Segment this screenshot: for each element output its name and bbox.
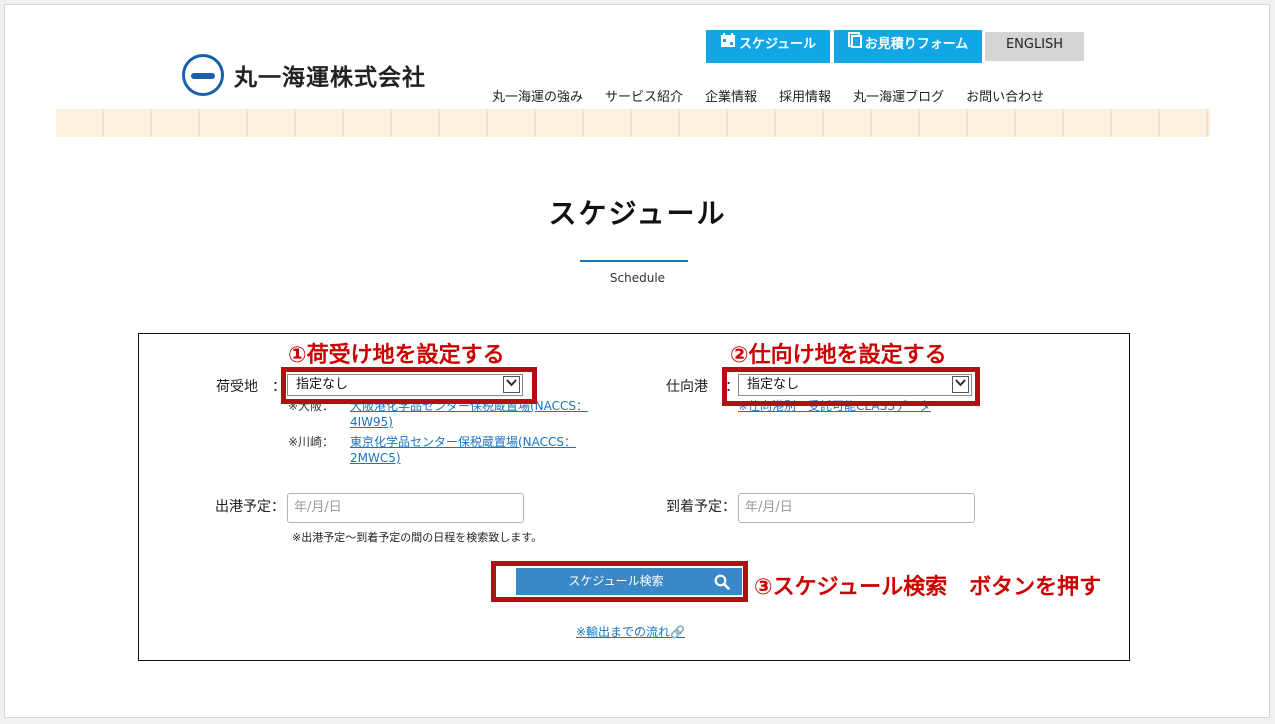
annotation-step1: ①荷受け地を設定する — [288, 343, 505, 368]
header-banner-strip — [56, 109, 1210, 137]
annotation-step3: ③スケジュール検索 ボタンを押す — [754, 575, 1102, 600]
highlight-origin — [281, 367, 537, 404]
arrival-label: 到着予定： — [666, 499, 736, 515]
nav-item-blog[interactable]: 丸一海運ブログ — [853, 86, 944, 105]
highlight-search-button — [491, 561, 748, 602]
origin-note-kawasaki-link[interactable]: 東京化学品センター保税蔵置場(NACCS：2MWC5) — [350, 434, 590, 466]
page-title: スケジュール — [548, 197, 727, 230]
schedule-button[interactable]: スケジュール — [706, 30, 830, 63]
origin-label: 荷受地 — [216, 379, 258, 395]
main-nav: 丸一海運の強み サービス紹介 企業情報 採用情報 丸一海運ブログ お問い合わせ — [492, 86, 1044, 105]
destination-label: 仕向港 — [666, 379, 708, 395]
nav-item-contact[interactable]: お問い合わせ — [966, 86, 1044, 105]
origin-note-kawasaki-city: ※川崎： — [288, 435, 335, 449]
departure-date-input[interactable]: 年/月/日 — [287, 493, 524, 523]
document-icon — [847, 30, 862, 59]
schedule-button-label: スケジュール — [738, 37, 817, 52]
english-button[interactable]: ENGLISH — [985, 32, 1084, 61]
departure-label: 出港予定： — [215, 499, 285, 515]
logo-mark-icon — [182, 54, 224, 96]
logo-text: 丸一海運株式会社 — [234, 64, 426, 91]
arrival-date-input[interactable]: 年/月/日 — [738, 493, 975, 523]
date-range-hint: ※出港予定〜到着予定の間の日程を検索致します。 — [292, 531, 543, 544]
title-divider — [580, 260, 688, 262]
quote-form-button[interactable]: お見積りフォーム — [834, 30, 982, 63]
highlight-destination — [722, 367, 980, 406]
nav-item-company[interactable]: 企業情報 — [705, 86, 757, 105]
nav-item-strengths[interactable]: 丸一海運の強み — [492, 86, 583, 105]
nav-item-services[interactable]: サービス紹介 — [605, 86, 683, 105]
quote-button-label: お見積りフォーム — [864, 37, 969, 52]
export-flow-link[interactable]: ※輸出までの流れ🔗 — [576, 623, 685, 640]
company-logo[interactable]: 丸一海運株式会社 — [182, 54, 426, 96]
page-subtitle: Schedule — [609, 271, 666, 285]
calendar-icon — [720, 30, 736, 59]
annotation-step2: ②仕向け地を設定する — [730, 343, 947, 368]
nav-item-recruit[interactable]: 採用情報 — [779, 86, 831, 105]
